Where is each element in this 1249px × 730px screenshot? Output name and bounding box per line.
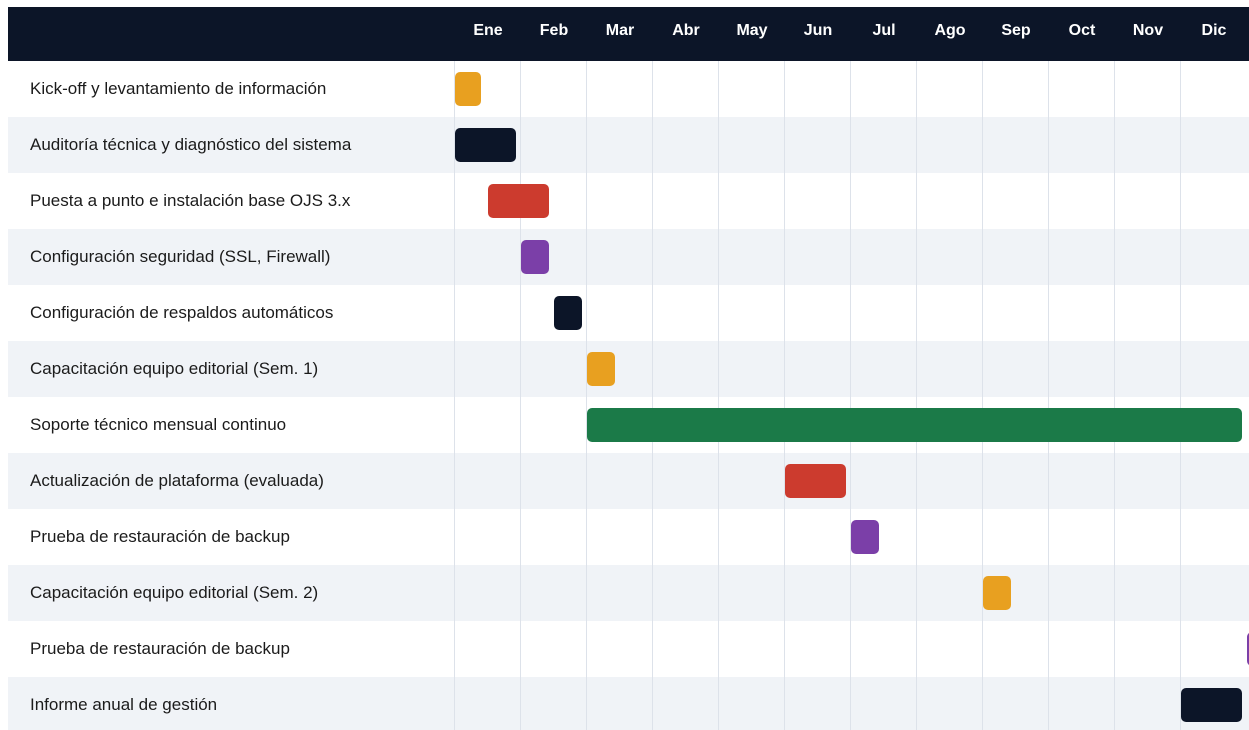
task-bar[interactable] (785, 464, 846, 498)
task-bar[interactable] (587, 408, 1242, 442)
task-label: Capacitación equipo editorial (Sem. 1) (30, 359, 319, 378)
month-label: Jul (872, 22, 896, 39)
month-gridline (718, 61, 719, 730)
month-gridline (454, 61, 455, 730)
month-label: Ene (473, 22, 503, 39)
gantt-chart: Kick-off y levantamiento de información A… (0, 0, 1249, 730)
task-bar[interactable] (554, 296, 582, 330)
month-gridline (586, 61, 587, 730)
month-gridline (1114, 61, 1115, 730)
task-label: Auditoría técnica y diagnóstico del sist… (30, 135, 352, 154)
task-bar[interactable] (455, 128, 516, 162)
month-label: Ago (934, 22, 966, 39)
month-label: May (736, 22, 768, 39)
month-gridline (1048, 61, 1049, 730)
task-bar[interactable] (983, 576, 1011, 610)
month-gridline (916, 61, 917, 730)
task-label: Puesta a punto e instalación base OJS 3.… (30, 191, 351, 210)
month-label: Sep (1001, 22, 1031, 39)
month-gridline (1180, 61, 1181, 730)
month-gridline (982, 61, 983, 730)
task-label: Informe anual de gestión (30, 695, 218, 714)
month-gridline (520, 61, 521, 730)
task-label: Configuración seguridad (SSL, Firewall) (30, 247, 331, 266)
task-label: Actualización de plataforma (evaluada) (30, 471, 324, 490)
month-label: Mar (605, 22, 635, 39)
task-label: Prueba de restauración de backup (30, 639, 290, 658)
month-gridline (850, 61, 851, 730)
task-bar[interactable] (587, 352, 615, 386)
month-label: Jun (803, 22, 833, 39)
task-label: Configuración de respaldos automáticos (30, 303, 334, 322)
task-bar[interactable] (488, 184, 549, 218)
task-label: Kick-off y levantamiento de información (30, 79, 327, 98)
month-label: Nov (1132, 22, 1164, 39)
task-bar[interactable] (1181, 688, 1242, 722)
task-label: Soporte técnico mensual continuo (30, 415, 287, 434)
month-label: Oct (1068, 22, 1096, 39)
task-label: Capacitación equipo editorial (Sem. 2) (30, 583, 319, 602)
month-label: Abr (672, 22, 700, 39)
month-gridline (784, 61, 785, 730)
month-label: Dic (1201, 22, 1227, 39)
month-label: Feb (539, 22, 569, 39)
task-bar[interactable] (455, 72, 482, 106)
month-gridline (652, 61, 653, 730)
task-label: Prueba de restauración de backup (30, 527, 290, 546)
task-bar[interactable] (851, 520, 879, 554)
task-bar[interactable] (521, 240, 549, 274)
